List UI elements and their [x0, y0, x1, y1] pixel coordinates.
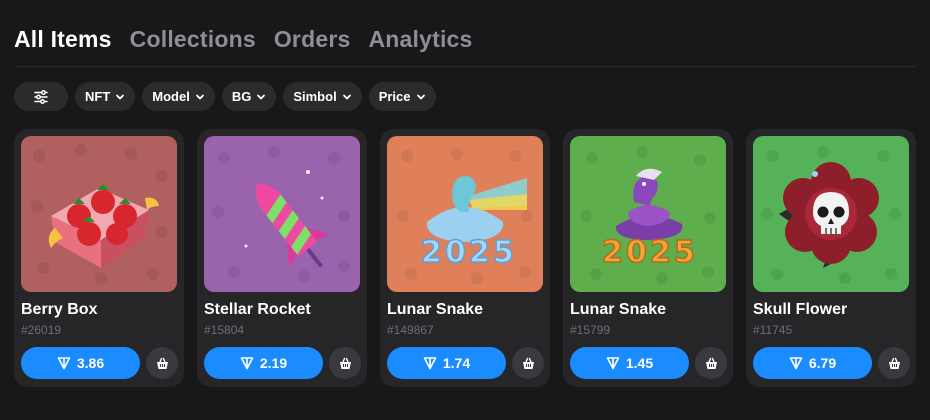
price-label: 1.74: [442, 355, 471, 371]
item-card[interactable]: 2025 Lunar Snake #15799 1.45: [563, 129, 733, 387]
add-to-cart-button[interactable]: [695, 347, 727, 379]
tab-bar: All Items Collections Orders Analytics: [14, 26, 473, 53]
item-number: #26019: [21, 323, 62, 337]
basket-icon: [705, 357, 717, 369]
chevron-down-icon: [342, 94, 351, 99]
svg-text:2: 2: [602, 235, 623, 270]
item-image: [21, 136, 177, 292]
item-image: [753, 136, 909, 292]
item-number: #149867: [387, 323, 434, 337]
ton-icon: [57, 357, 71, 370]
filter-label: Simbol: [293, 89, 337, 104]
buy-button[interactable]: 6.79: [753, 347, 872, 379]
price-label: 3.86: [76, 355, 105, 371]
ton-icon: [240, 357, 254, 370]
svg-text:0: 0: [626, 235, 647, 270]
item-name: Lunar Snake: [570, 301, 667, 318]
price-label: 1.45: [625, 355, 654, 371]
filter-label: Model: [152, 89, 190, 104]
filter-label: Price: [378, 89, 411, 104]
svg-text:5: 5: [493, 235, 514, 270]
chevron-down-icon: [116, 94, 125, 99]
svg-text:2: 2: [469, 235, 490, 270]
ton-icon: [789, 357, 803, 370]
filter-simbol-dropdown[interactable]: Simbol: [283, 82, 362, 111]
basket-icon: [339, 357, 351, 369]
buy-button[interactable]: 2.19: [204, 347, 323, 379]
svg-text:0: 0: [445, 235, 466, 270]
filter-settings-button[interactable]: [14, 82, 68, 111]
ton-icon: [423, 357, 437, 370]
buy-button[interactable]: 3.86: [21, 347, 140, 379]
divider: [14, 66, 916, 67]
tab-analytics[interactable]: Analytics: [368, 26, 472, 53]
item-card[interactable]: Skull Flower #11745 6.79: [746, 129, 916, 387]
basket-icon: [522, 357, 534, 369]
item-image: 2025: [387, 136, 543, 292]
item-image: 2025: [570, 136, 726, 292]
tab-orders[interactable]: Orders: [274, 26, 351, 53]
item-card[interactable]: Berry Box #26019 3.86: [14, 129, 184, 387]
item-number: #15804: [204, 323, 245, 337]
buy-button[interactable]: 1.74: [387, 347, 506, 379]
item-name: Skull Flower: [753, 301, 848, 318]
item-number: #15799: [570, 323, 611, 337]
chevron-down-icon: [416, 94, 425, 99]
price-label: 6.79: [808, 355, 837, 371]
add-to-cart-button[interactable]: [878, 347, 910, 379]
svg-text:5: 5: [674, 235, 695, 270]
chevron-down-icon: [195, 94, 204, 99]
filter-label: NFT: [85, 89, 111, 104]
item-card[interactable]: Stellar Rocket #15804 2.19: [197, 129, 367, 387]
item-name: Lunar Snake: [387, 301, 484, 318]
berry-box-icon: [21, 136, 177, 292]
add-to-cart-button[interactable]: [329, 347, 361, 379]
buy-button[interactable]: 1.45: [570, 347, 689, 379]
item-name: Stellar Rocket: [204, 301, 311, 318]
filter-bg-dropdown[interactable]: BG: [221, 82, 277, 111]
item-card[interactable]: 2025 Lunar Snake #149867 1.74: [380, 129, 550, 387]
basket-icon: [156, 357, 168, 369]
item-name: Berry Box: [21, 301, 98, 318]
filter-price-dropdown[interactable]: Price: [368, 82, 436, 111]
add-to-cart-button[interactable]: [146, 347, 178, 379]
filter-nft-dropdown[interactable]: NFT: [75, 82, 136, 111]
filter-model-dropdown[interactable]: Model: [142, 82, 215, 111]
tab-collections[interactable]: Collections: [130, 26, 256, 53]
snake-icon: 2025: [387, 136, 543, 292]
filter-label: BG: [231, 89, 252, 104]
rocket-icon: [204, 136, 360, 292]
svg-text:2: 2: [650, 235, 671, 270]
filter-bar: NFT Model BG Simbol Price: [14, 82, 436, 111]
chevron-down-icon: [257, 94, 266, 99]
snake-icon: 2025: [570, 136, 726, 292]
price-label: 2.19: [259, 355, 288, 371]
add-to-cart-button[interactable]: [512, 347, 544, 379]
sliders-icon: [34, 89, 48, 104]
basket-icon: [888, 357, 900, 369]
item-image: [204, 136, 360, 292]
tab-all-items[interactable]: All Items: [14, 26, 112, 53]
svg-text:2: 2: [421, 235, 442, 270]
ton-icon: [606, 357, 620, 370]
skull-flower-icon: [753, 136, 909, 292]
item-number: #11745: [753, 323, 793, 337]
item-grid: Berry Box #26019 3.86 Stellar Rocket #15…: [14, 129, 916, 387]
